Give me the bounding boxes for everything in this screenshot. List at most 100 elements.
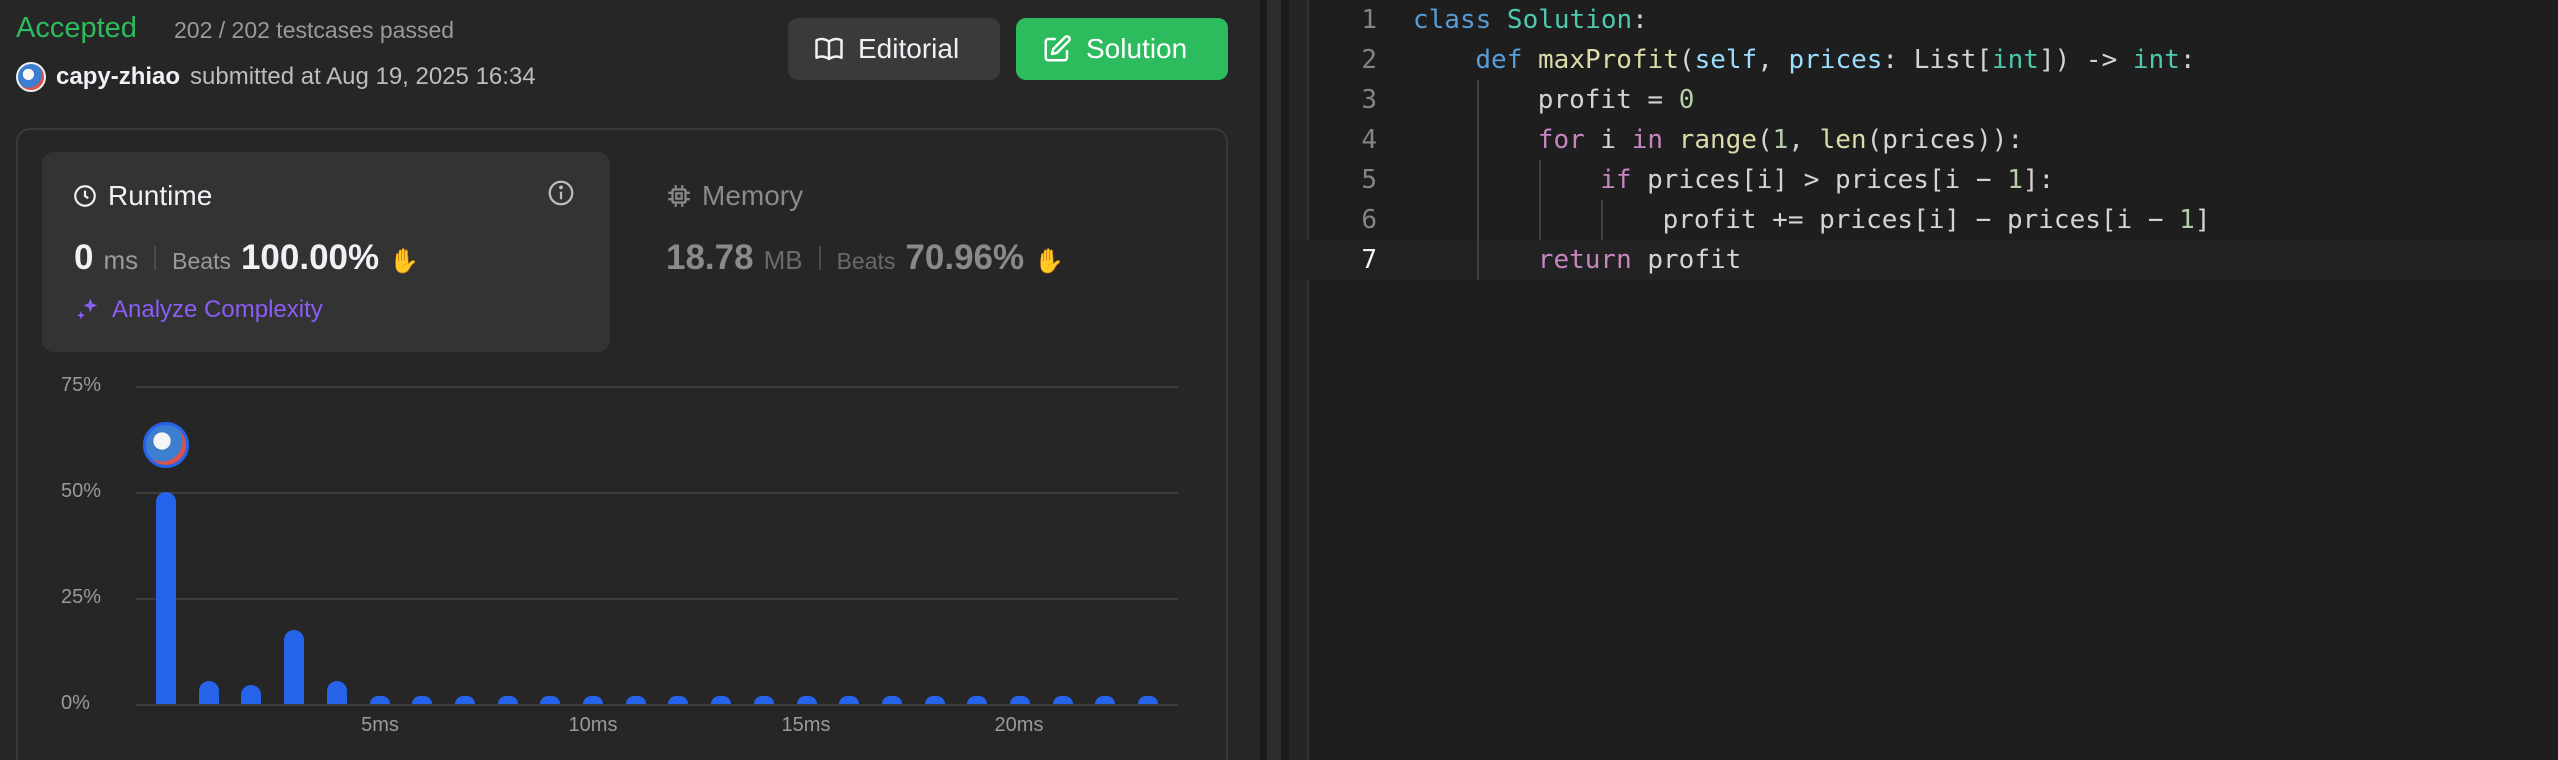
chart-bar[interactable] — [796, 695, 817, 704]
code-token: Solution — [1506, 5, 1633, 35]
code-editor[interactable]: 1 class Solution: 2 def maxProfit(self, pri… — [1289, 0, 2558, 760]
chart-bar[interactable] — [326, 680, 347, 704]
code-token: in — [1631, 125, 1679, 155]
chart-bar[interactable] — [753, 695, 774, 704]
runtime-distribution-chart[interactable]: 75% 50% 25% 0% 5ms 10ms 15ms 20ms — [50, 370, 1250, 760]
chart-bar[interactable] — [583, 695, 603, 704]
chart-bar[interactable] — [369, 695, 390, 704]
solution-button[interactable]: Solution — [1016, 18, 1228, 80]
solution-label: Solution — [1086, 33, 1188, 64]
line-number: 5 — [1361, 165, 1377, 195]
code-token: ( — [1678, 45, 1695, 75]
chart-bar[interactable] — [1138, 695, 1159, 704]
y-tick-label: 50% — [61, 480, 102, 502]
chart-bar[interactable] — [1052, 695, 1073, 704]
your-submission-marker[interactable] — [143, 422, 189, 468]
code-line[interactable]: 2 def maxProfit(self, prices: List[int]) … — [1289, 40, 2558, 80]
code-line[interactable]: 7 return profit — [1289, 240, 2558, 280]
chart-bar[interactable] — [454, 695, 475, 704]
chart-gridline — [136, 704, 1178, 706]
memory-tab[interactable]: Memory — [666, 180, 803, 212]
line-number: 4 — [1361, 125, 1377, 155]
indent-guide — [1477, 120, 1479, 160]
code-token: ( — [1756, 125, 1773, 155]
code-token: 1 — [1772, 125, 1789, 155]
chart-bar[interactable] — [284, 629, 305, 704]
code-token: i — [1600, 125, 1632, 155]
runtime-title-label: Runtime — [108, 180, 213, 211]
chart-bar[interactable] — [668, 695, 689, 704]
indent-guide — [1601, 200, 1603, 240]
testcases-count: 202 / 202 testcases passed — [174, 17, 455, 43]
chart-bar[interactable] — [1095, 695, 1116, 704]
divider — [818, 246, 821, 270]
code-token: prices[i] > prices[i − — [1647, 165, 2008, 195]
chart-bar[interactable] — [711, 695, 732, 704]
code-token: maxProfit — [1538, 45, 1679, 75]
indent-guide — [1539, 160, 1541, 200]
code-line[interactable]: 1 class Solution: — [1289, 0, 2558, 40]
chart-bar[interactable] — [241, 684, 262, 704]
code-token: , — [1788, 125, 1820, 155]
chart-bar[interactable] — [839, 695, 860, 704]
sparkle-icon — [76, 298, 98, 320]
chart-bar[interactable] — [967, 695, 988, 704]
chart-bar[interactable] — [625, 695, 646, 704]
code-text: def maxProfit(self, prices: List[int]) -… — [1475, 40, 2195, 80]
code-token: class — [1413, 5, 1507, 35]
chart-bar[interactable] — [497, 695, 518, 704]
chart-bar[interactable] — [156, 492, 176, 704]
line-number: 3 — [1361, 85, 1377, 115]
code-line[interactable]: 6 profit += prices[i] − prices[i − 1] — [1289, 200, 2558, 240]
status-label: Accepted — [16, 12, 137, 44]
analyze-complexity-link[interactable]: Analyze Complexity — [74, 296, 323, 324]
chart-bar[interactable] — [412, 695, 433, 704]
submission-panel: Accepted 202 / 202 testcases passed capy… — [0, 0, 1260, 760]
username-link[interactable]: capy-zhiao — [56, 63, 180, 91]
analyze-label: Analyze Complexity — [112, 296, 323, 323]
chart-bar[interactable] — [540, 695, 561, 704]
code-text: profit = 0 — [1538, 80, 1695, 120]
code-line[interactable]: 5 if prices[i] > prices[i − 1]: — [1289, 160, 2558, 200]
code-line[interactable]: 4 for i in range(1, len(prices)): — [1289, 120, 2558, 160]
info-icon[interactable] — [546, 178, 576, 208]
y-tick-label: 0% — [61, 692, 90, 714]
code-token: : — [2179, 45, 2196, 75]
editorial-button[interactable]: Editorial — [788, 18, 1000, 80]
memory-unit: MB — [763, 245, 803, 275]
code-token: self — [1694, 45, 1758, 75]
code-token: for — [1537, 125, 1601, 155]
divider — [154, 246, 157, 270]
clock-icon — [74, 185, 96, 207]
memory-stats: 18.78 MB Beats 70.96% ✋ — [666, 238, 1064, 278]
code-token: int — [1992, 45, 2039, 75]
code-text: if prices[i] > prices[i − 1]: — [1600, 160, 2054, 200]
code-token: def — [1475, 45, 1539, 75]
code-text: profit += prices[i] − prices[i − 1] — [1663, 200, 2211, 240]
panel-splitter[interactable] — [1260, 0, 1289, 760]
clap-icon: ✋ — [1034, 248, 1065, 275]
chart-gridline — [136, 492, 1178, 494]
code-token: 1 — [2179, 205, 2195, 235]
memory-value: 18.78 — [666, 238, 754, 277]
code-token: ]) -> — [2038, 45, 2133, 75]
runtime-beats-value: 100.00% — [240, 238, 380, 277]
chart-bar[interactable] — [198, 680, 219, 704]
chart-bar[interactable] — [881, 695, 902, 704]
chart-bar[interactable] — [1010, 695, 1030, 704]
code-token: (prices)): — [1866, 125, 2024, 155]
y-tick-label: 75% — [61, 374, 102, 396]
code-area[interactable]: 1 class Solution: 2 def maxProfit(self, pri… — [1289, 0, 2558, 280]
y-tick-label: 25% — [61, 586, 102, 608]
code-token: 0 — [1678, 85, 1695, 115]
code-token: len — [1819, 125, 1867, 155]
code-token: profit — [1647, 245, 1742, 275]
code-line[interactable]: 3 profit = 0 — [1289, 80, 2558, 120]
code-token: , — [1757, 45, 1789, 75]
splitter-grip[interactable] — [1267, 0, 1281, 760]
code-token: range — [1678, 125, 1757, 155]
chart-bar[interactable] — [924, 695, 945, 704]
avatar[interactable] — [16, 62, 46, 92]
submitted-time: submitted at Aug 19, 2025 16:34 — [190, 63, 536, 90]
x-tick-label: 10ms — [568, 714, 618, 736]
